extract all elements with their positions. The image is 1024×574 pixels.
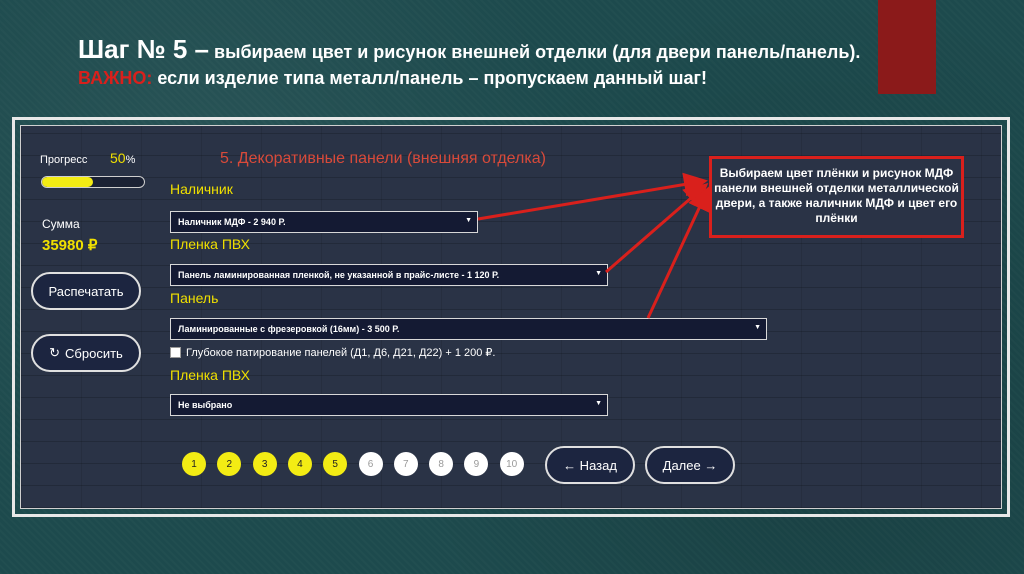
step-number: Шаг № 5 – [78,34,209,64]
film-select-value: Панель ламинированная пленкой, не указан… [178,270,500,280]
warning-text: если изделие типа металл/панель – пропус… [152,68,707,88]
patination-checkbox[interactable] [170,347,181,358]
step-4[interactable]: 4 [287,452,312,476]
decorative-red-block [878,0,936,94]
refresh-icon: ↻ [49,345,61,360]
film-select-2[interactable]: Не выбрано ▼ [170,394,608,416]
step-5[interactable]: 5 [323,452,348,476]
step-3[interactable]: 3 [252,452,277,476]
progress-sign: % [125,154,136,166]
chevron-down-icon: ▼ [595,270,602,277]
progress-fill [42,177,93,187]
reset-button-label: Сбросить [65,345,123,361]
next-button[interactable]: Далее → [645,446,735,484]
print-button[interactable]: Распечатать [31,272,141,310]
chevron-down-icon: ▼ [465,217,472,224]
progress-label: Прогресс [40,154,88,166]
field-label-film: Пленка ПВХ [170,236,250,252]
progress-bar [41,176,145,188]
progress-percent: 50% [110,150,135,166]
step-8[interactable]: 8 [429,452,454,476]
slide-title: Шаг № 5 – выбираем цвет и рисунок внешне… [78,36,878,91]
title-text: выбираем цвет и рисунок внешней отделки … [209,42,861,62]
section-title: 5. Декоративные панели (внешняя отделка) [220,150,546,167]
step-7[interactable]: 7 [393,452,418,476]
callout-note: Выбираем цвет плёнки и рисунок МДФ панел… [709,156,964,238]
panel-select-value: Ламинированные с фрезеровкой (16мм) - 3 … [178,324,400,334]
sum-label: Сумма [42,217,80,231]
step-6[interactable]: 6 [358,452,383,476]
back-button[interactable]: ← Назад [545,446,635,484]
trim-select[interactable]: Наличник МДФ - 2 940 Р. ▼ [170,211,478,233]
film-select[interactable]: Панель ламинированная пленкой, не указан… [170,264,608,286]
sum-value: 35980 ₽ [42,237,98,254]
trim-select-value: Наличник МДФ - 2 940 Р. [178,217,286,227]
step-1[interactable]: 1 [182,452,206,476]
patination-checkbox-label: Глубокое патирование панелей (Д1, Д6, Д2… [186,347,496,359]
chevron-down-icon: ▼ [754,324,761,331]
reset-button[interactable]: ↻ Сбросить [31,334,141,372]
field-label-film-2: Пленка ПВХ [170,367,250,383]
chevron-down-icon: ▼ [595,400,602,407]
warning-label: ВАЖНО: [78,68,153,88]
step-10[interactable]: 10 [499,452,524,476]
progress-value: 50 [110,150,126,166]
field-label-trim: Наличник [170,181,233,197]
panel-select[interactable]: Ламинированные с фрезеровкой (16мм) - 3 … [170,318,767,340]
field-label-panel: Панель [170,290,219,306]
film-select-2-value: Не выбрано [178,400,233,410]
patination-checkbox-row[interactable]: Глубокое патирование панелей (Д1, Д6, Д2… [170,346,496,359]
